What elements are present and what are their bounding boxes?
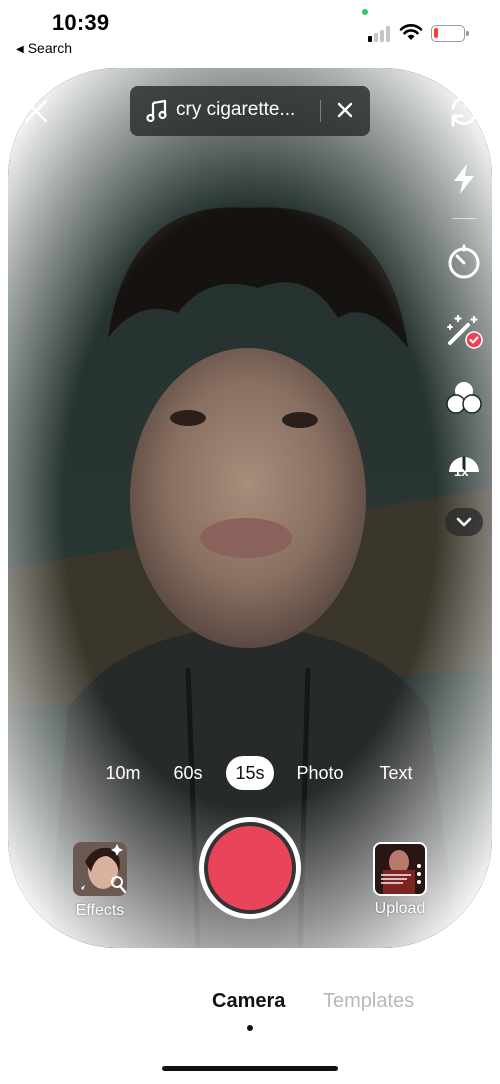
speed-value: 1x [454, 464, 469, 479]
upload-label: Upload [374, 900, 426, 917]
status-time: 10:39 [52, 10, 110, 35]
effects-button[interactable]: Effects [70, 842, 130, 920]
timer-icon [448, 244, 480, 279]
flip-camera-icon [451, 95, 477, 127]
back-triangle-icon: ◀ [16, 44, 24, 55]
privacy-indicator-dot [362, 9, 368, 15]
effects-thumbnail [73, 842, 127, 896]
cellular-signal-icon [368, 26, 392, 42]
flip-camera-button[interactable] [443, 90, 485, 132]
battery-icon [431, 25, 469, 42]
back-app-label: Search [27, 40, 73, 56]
camera-viewfinder[interactable] [8, 68, 492, 948]
record-button[interactable] [199, 817, 301, 919]
flash-button[interactable] [443, 158, 485, 200]
mode-photo[interactable]: Photo [284, 756, 356, 790]
remove-sound-icon[interactable] [336, 101, 354, 119]
chevron-down-icon [456, 517, 472, 527]
effects-label: Effects [75, 902, 125, 919]
battery-level [434, 28, 438, 38]
flash-icon [454, 164, 474, 194]
upload-button[interactable]: Upload [370, 842, 430, 918]
status-bar: 10:39 ◀ Search [0, 0, 500, 64]
tab-camera[interactable]: Camera [212, 990, 285, 1013]
capture-mode-selector: 10m 60s 15s Photo Text [0, 756, 500, 790]
wifi-icon [399, 24, 423, 40]
sound-title: cry cigarette... [176, 99, 296, 120]
home-indicator[interactable] [162, 1066, 338, 1071]
mode-text[interactable]: Text [366, 756, 426, 790]
back-to-app-link[interactable]: ◀ Search [16, 40, 72, 56]
add-sound-pill[interactable]: cry cigarette... [130, 86, 370, 136]
mode-60s[interactable]: 60s [162, 756, 214, 790]
viewfinder-vignette [8, 68, 492, 948]
music-note-icon [146, 99, 167, 123]
pill-divider [320, 100, 321, 122]
filters-icon [446, 382, 482, 414]
tab-templates[interactable]: Templates [323, 990, 414, 1013]
mode-10m[interactable]: 10m [96, 756, 150, 790]
more-tools-button[interactable] [445, 508, 483, 536]
timer-button[interactable] [443, 241, 485, 283]
mode-15s[interactable]: 15s [226, 756, 274, 790]
close-icon[interactable] [20, 95, 52, 127]
beauty-button[interactable] [443, 310, 485, 352]
toolbar-divider [452, 218, 476, 219]
bottom-tab-bar: Camera Templates [0, 990, 500, 1030]
record-button-core [208, 826, 292, 910]
active-tab-indicator [247, 1025, 253, 1031]
filters-button[interactable] [443, 377, 485, 419]
magic-wand-icon [447, 314, 483, 349]
record-button-ring [204, 822, 296, 914]
upload-thumbnail [373, 842, 427, 896]
